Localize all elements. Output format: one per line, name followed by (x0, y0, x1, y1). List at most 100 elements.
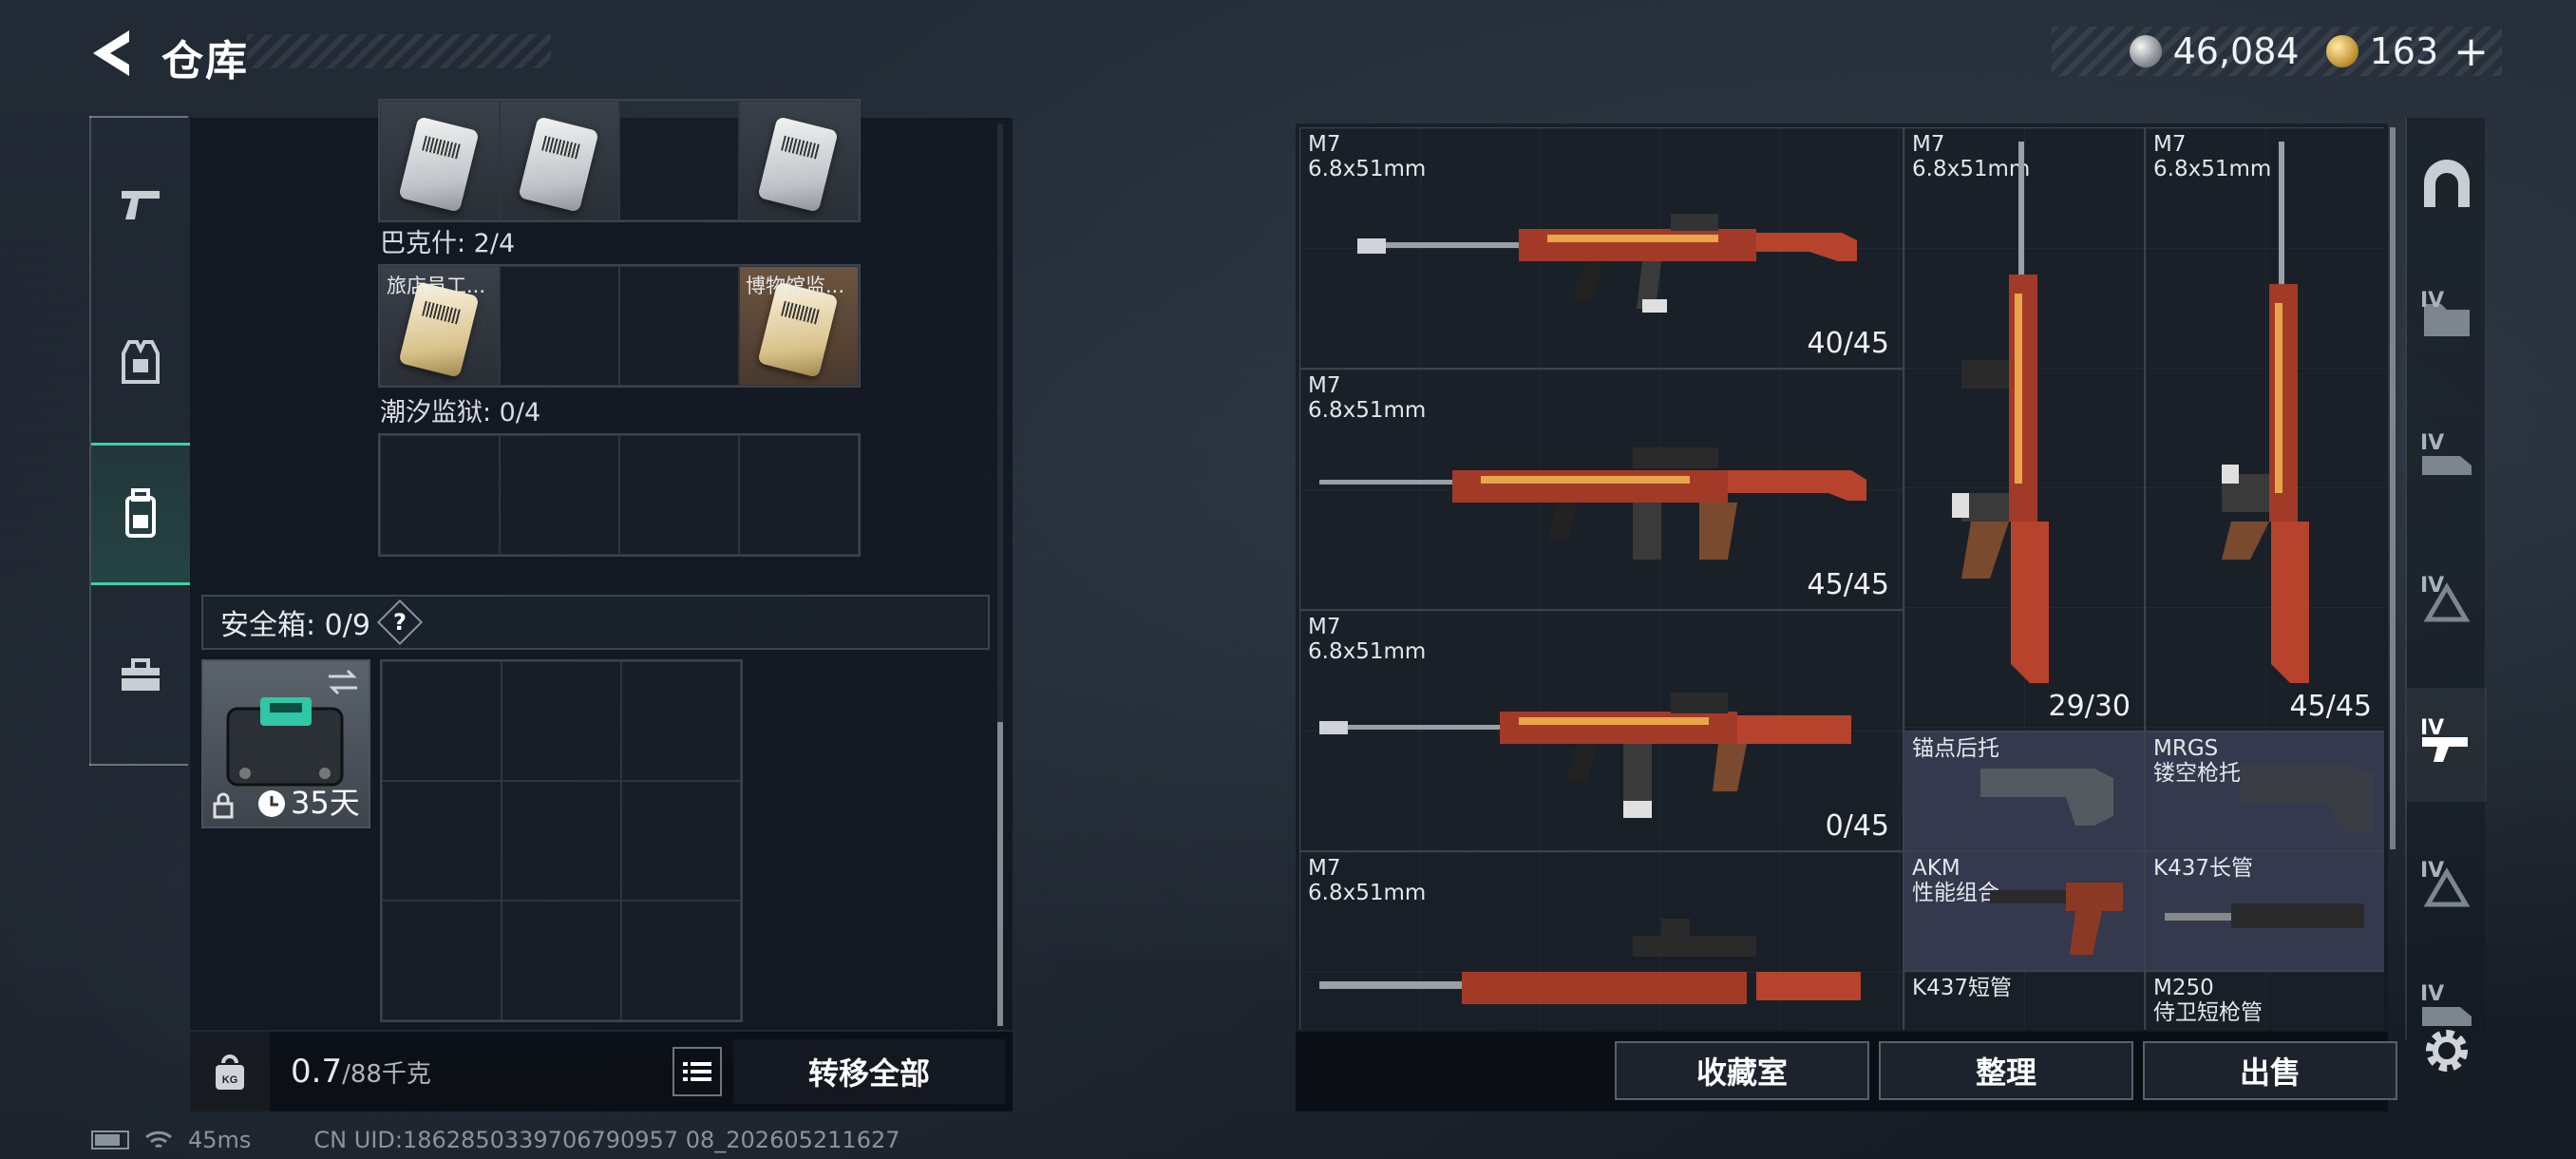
inventory-item-m7[interactable]: M7 6.8x51mm 40/45 (1299, 127, 1904, 369)
gold-coin-icon (2325, 35, 2358, 67)
rside-tier-1[interactable]: IV (2407, 260, 2487, 374)
help-button[interactable]: ? (376, 598, 423, 646)
wifi-icon (145, 1130, 172, 1149)
safe-slot[interactable] (502, 781, 621, 901)
safe-box-item[interactable]: 35天 (201, 659, 370, 828)
inventory-item-barrel[interactable]: M250 侍卫短枪管 (2145, 971, 2384, 1030)
list-icon (683, 1062, 711, 1081)
inventory-item-barrel[interactable]: K437短管 (1904, 971, 2145, 1030)
collection-slot[interactable]: 旅店员工... (380, 266, 500, 386)
inventory-item-stock[interactable]: MRGS 镂空枪托 (2145, 732, 2384, 851)
inventory-item-m7[interactable]: M7 6.8x51mm 0/45 (1299, 610, 1904, 851)
safe-slot[interactable] (502, 661, 621, 781)
settings-button[interactable] (2418, 1022, 2475, 1079)
collection-slot[interactable] (619, 101, 739, 220)
keycard-icon (757, 116, 839, 213)
back-button[interactable] (87, 27, 135, 80)
slot-label: 博物馆监... (746, 275, 845, 297)
arch-icon (2424, 160, 2470, 207)
right-sidebar: IV IV IV IV IV IV (2405, 118, 2487, 1039)
safe-slot[interactable] (621, 661, 741, 781)
sidebar-divider-bottom (89, 764, 188, 766)
transfer-all-button[interactable]: 转移全部 (733, 1039, 1005, 1104)
inventory-item-m7[interactable]: M7 6.8x51mm (1299, 851, 1904, 1030)
clock-icon (258, 790, 285, 817)
rside-tier-2[interactable]: IV (2407, 403, 2487, 517)
ammo-count: 45/45 (1807, 568, 1889, 601)
handguard-icon (1990, 883, 2123, 955)
inventory-item-barrel[interactable]: K437长管 (2145, 851, 2384, 971)
favorites-button[interactable]: 收藏室 (1615, 1041, 1869, 1100)
toolbox-icon (122, 658, 160, 691)
collection-slot[interactable] (500, 266, 619, 386)
safe-box-grid (380, 659, 743, 1022)
collection-slot[interactable] (380, 435, 500, 555)
safe-slot[interactable] (502, 901, 621, 1020)
backpack-icon (125, 488, 156, 538)
safe-slot[interactable] (382, 781, 502, 901)
rifle-icon (1357, 214, 1857, 313)
collection-slot[interactable] (739, 101, 859, 220)
inventory-item-m7[interactable]: M7 6.8x51mm 45/45 (2145, 127, 2384, 732)
gold-amount: 163 (2369, 30, 2439, 72)
rside-item-all[interactable] (2407, 127, 2487, 241)
collection-slot[interactable]: 博物馆监... (739, 266, 859, 386)
page-title: 仓库 (161, 37, 249, 86)
collection-grid-2: 旅店员工... 博物馆监... (378, 264, 861, 388)
weight-icon: KG (190, 1032, 270, 1112)
safe-slot[interactable] (382, 661, 502, 781)
safe-box-label: 安全箱: 0/9 (220, 609, 370, 642)
sell-button[interactable]: 出售 (2143, 1041, 2397, 1100)
chaoxi-label: 潮汐监狱: 0/4 (380, 398, 541, 428)
sidebar-item-gear[interactable] (91, 291, 190, 433)
organize-button[interactable]: 整理 (1879, 1041, 2133, 1100)
svg-text:KG: KG (222, 1074, 238, 1086)
add-currency-button[interactable]: + (2453, 28, 2489, 76)
safe-box-header: 安全箱: 0/9 ? (201, 595, 990, 650)
inventory-footer: 收藏室 整理 出售 (1296, 1032, 2397, 1112)
rifle-icon (1319, 693, 1851, 818)
collection-slot[interactable] (739, 435, 859, 555)
rside-tier-4[interactable]: IV (2407, 688, 2487, 802)
weight-current: 0.7 (291, 1053, 343, 1091)
safe-slot[interactable] (621, 781, 741, 901)
rifle-icon (1319, 919, 1861, 1004)
weight-max: /88千克 (342, 1060, 431, 1089)
collection-slot[interactable] (619, 266, 739, 386)
battery-icon (91, 1130, 129, 1150)
collection-grid-1 (378, 99, 861, 222)
inventory-item-m7[interactable]: M7 6.8x51mm 29/30 (1904, 127, 2145, 732)
inventory-item-m7[interactable]: M7 6.8x51mm 45/45 (1299, 369, 1904, 610)
collection-slot[interactable] (619, 435, 739, 555)
collection-slot[interactable] (500, 435, 619, 555)
tier-label: IV (2420, 982, 2445, 1006)
inventory-grid: M7 6.8x51mm 40/45 M7 6.8x51mm 45/45 M7 6… (1299, 127, 2384, 1030)
bakeshi-label: 巴克什: 2/4 (380, 229, 516, 258)
item-name: M250 侍卫短枪管 (2153, 976, 2263, 1025)
pistol-icon (122, 191, 160, 219)
collection-slot[interactable] (380, 101, 500, 220)
currency-bar: 46,084 163 + (2052, 27, 2502, 76)
rifle-vertical-icon (2222, 142, 2309, 683)
rside-tier-3[interactable]: IV (2407, 545, 2487, 659)
inventory-scrollbar[interactable] (2390, 127, 2396, 849)
rifle-vertical-icon (1952, 142, 2049, 683)
inventory-item-kit[interactable]: AKM 性能组合 (1904, 851, 2145, 971)
storage-scroll-thumb[interactable] (997, 722, 1003, 1026)
stock-icon (1980, 769, 2113, 826)
safe-slot[interactable] (382, 901, 502, 1020)
item-name: K437长管 (2153, 856, 2253, 881)
safe-slot[interactable] (621, 901, 741, 1020)
silver-coin-icon (2129, 35, 2162, 67)
sidebar-item-weapons[interactable] (91, 133, 190, 276)
ping: 45ms (188, 1127, 252, 1153)
collection-grid-3 (378, 433, 861, 557)
list-view-button[interactable] (672, 1047, 722, 1096)
collection-slot[interactable] (500, 101, 619, 220)
rside-tier-5[interactable]: IV (2407, 830, 2487, 944)
inventory-item-stock[interactable]: 锚点后托 (1904, 732, 2145, 851)
sidebar-item-toolbox[interactable] (91, 604, 190, 747)
uid: CN UID:1862850339706790957 08_2026052116… (313, 1127, 900, 1153)
sidebar-item-backpack[interactable] (91, 443, 190, 585)
status-bar: 45ms CN UID:1862850339706790957 08_20260… (91, 1127, 900, 1153)
